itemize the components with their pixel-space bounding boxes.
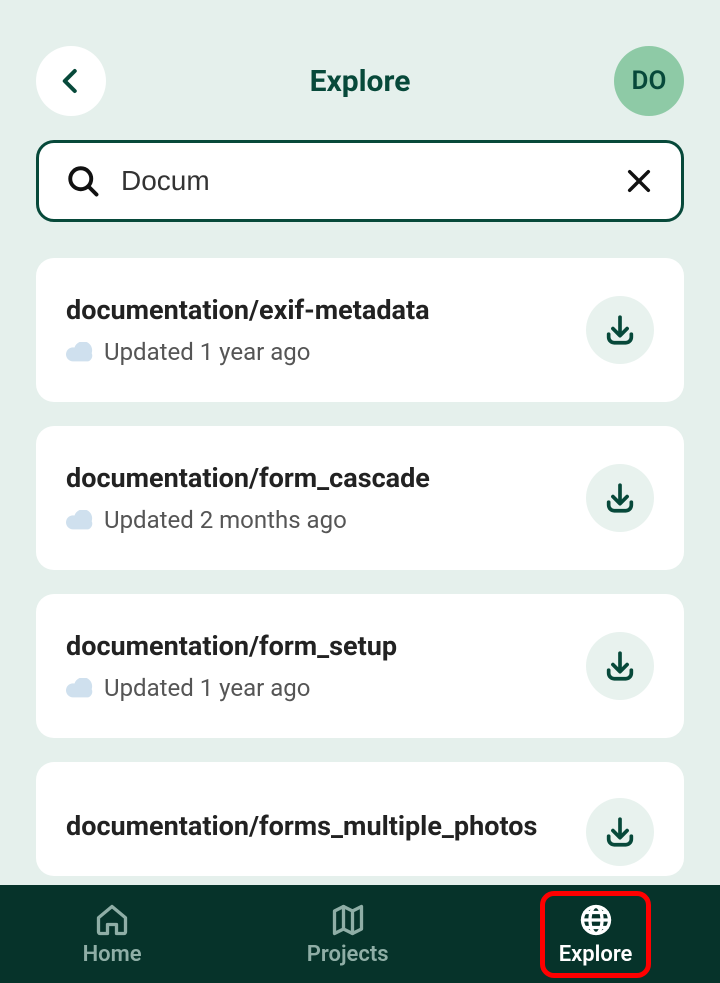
cloud-icon (66, 510, 94, 530)
page-title: Explore (310, 64, 411, 99)
results-list: documentation/exif-metadata Updated 1 ye… (0, 258, 720, 876)
nav-explore[interactable]: Explore (540, 891, 652, 978)
home-icon (94, 902, 130, 938)
download-icon (603, 481, 637, 515)
cloud-icon (66, 342, 94, 362)
result-title: documentation/form_setup (66, 630, 566, 662)
header-bar: Explore DO (0, 0, 720, 140)
search-icon (65, 163, 101, 199)
nav-projects[interactable]: Projects (293, 896, 403, 973)
download-button[interactable] (586, 798, 654, 866)
result-card[interactable]: documentation/form_cascade Updated 2 mon… (36, 426, 684, 570)
nav-home[interactable]: Home (69, 896, 156, 973)
nav-home-label: Home (83, 942, 142, 967)
nav-projects-label: Projects (307, 942, 389, 967)
cloud-icon (66, 678, 94, 698)
result-title: documentation/form_cascade (66, 462, 566, 494)
result-subtitle: Updated 1 year ago (104, 338, 310, 366)
result-title: documentation/exif-metadata (66, 294, 566, 326)
download-icon (603, 815, 637, 849)
chevron-left-icon (56, 66, 86, 96)
result-title: documentation/forms_multiple_photos (66, 810, 566, 842)
search-bar[interactable] (36, 140, 684, 222)
download-icon (603, 313, 637, 347)
map-icon (330, 902, 366, 938)
result-card[interactable]: documentation/form_setup Updated 1 year … (36, 594, 684, 738)
search-input[interactable] (121, 165, 603, 197)
globe-icon (578, 902, 614, 938)
avatar[interactable]: DO (614, 46, 684, 116)
nav-explore-label: Explore (559, 942, 633, 967)
bottom-nav: Home Projects Explore (0, 885, 720, 983)
download-button[interactable] (586, 296, 654, 364)
result-card[interactable]: documentation/forms_multiple_photos (36, 762, 684, 876)
download-button[interactable] (586, 632, 654, 700)
result-subtitle: Updated 1 year ago (104, 674, 310, 702)
result-card[interactable]: documentation/exif-metadata Updated 1 ye… (36, 258, 684, 402)
download-icon (603, 649, 637, 683)
clear-icon[interactable] (623, 165, 655, 197)
back-button[interactable] (36, 46, 106, 116)
download-button[interactable] (586, 464, 654, 532)
result-subtitle: Updated 2 months ago (104, 506, 347, 534)
